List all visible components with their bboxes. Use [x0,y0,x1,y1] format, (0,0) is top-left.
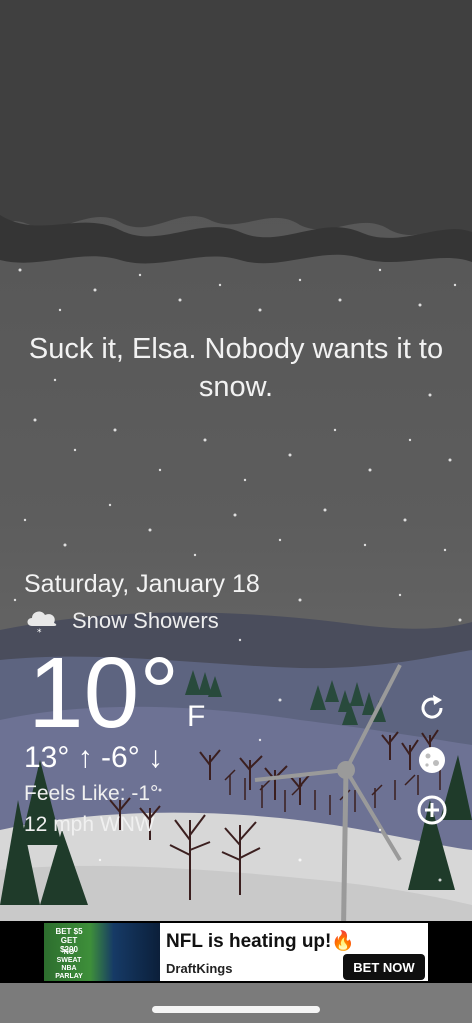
date-label: Saturday, January 18 [24,570,260,598]
scene-illustration [0,0,472,1023]
feels-like: Feels Like: -1° [24,782,159,805]
condition-label: Snow Showers [72,608,219,633]
moon-icon[interactable] [416,744,448,776]
home-indicator[interactable] [152,1006,320,1013]
condition-row: * Snow Showers [24,606,219,636]
snow-cloud-icon: * [27,611,57,636]
temperature-unit: F [187,700,206,733]
ad-title: NFL is heating up!🔥 [166,931,356,952]
current-temperature: 10° [28,637,180,749]
ad-cta-button[interactable]: BET NOW [343,954,425,980]
refresh-icon[interactable] [416,692,448,724]
weather-quote: Suck it, Elsa. Nobody wants it to snow. [28,333,444,403]
high-low-temperature: 13° ↑ -6° ↓ [24,741,164,774]
ad-image-promo-2: NO SWEAT NBA PARLAY [55,949,83,980]
wind-speed: 12 mph WNW [24,813,155,836]
ad-brand: DraftKings [166,961,233,976]
bottom-background [0,983,472,1023]
svg-text:*: * [37,628,42,636]
add-icon[interactable] [416,794,448,826]
